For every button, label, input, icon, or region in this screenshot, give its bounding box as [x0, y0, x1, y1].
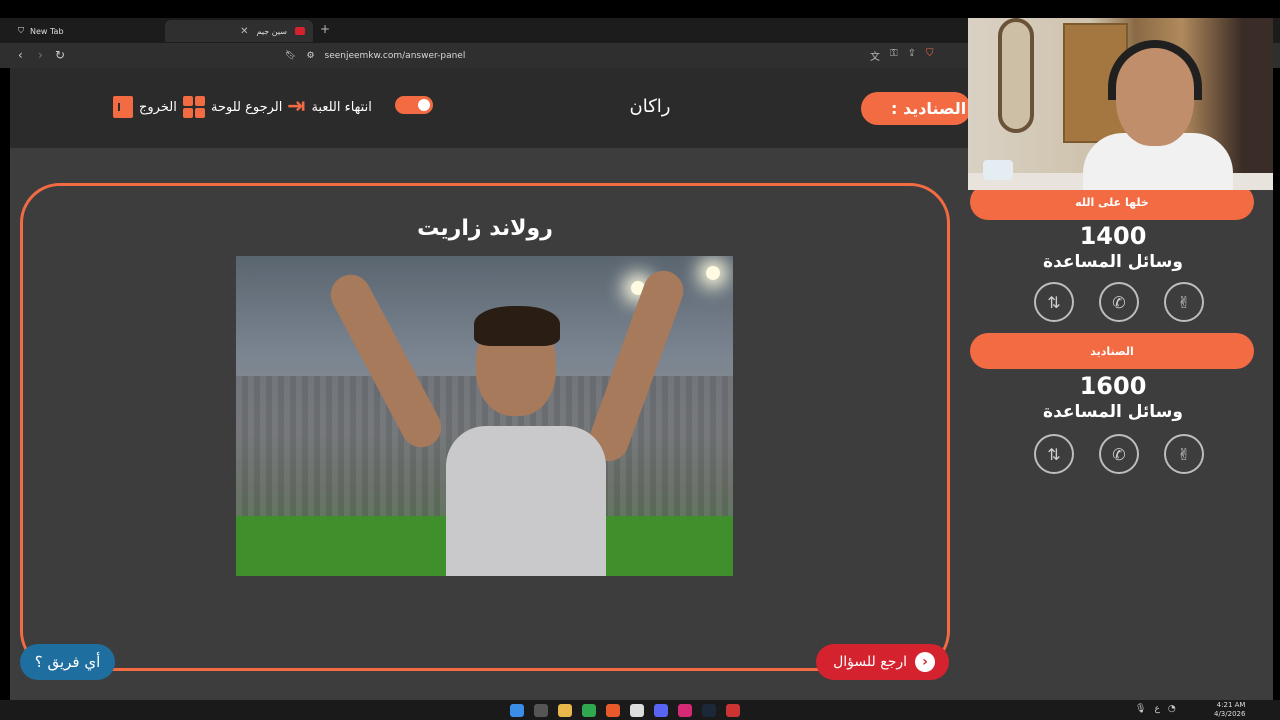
stadium-light	[706, 266, 720, 280]
translate-icon[interactable]: 文	[870, 48, 880, 63]
arrow-right-icon: ⇥	[287, 94, 306, 119]
site-info-icon[interactable]: ⚙︎	[306, 51, 314, 61]
back-to-board-label: الرجوع للوحة	[211, 99, 283, 115]
toolbar-icons: 文 ⚿ ⇪ ⛉	[870, 48, 934, 63]
toggle-switch[interactable]	[395, 96, 433, 114]
chevron-right-icon: ›	[915, 652, 935, 672]
folder-icon[interactable]	[558, 704, 572, 717]
cup	[983, 160, 1013, 180]
aids-row: ⇅ ✆ ✌	[1034, 434, 1204, 474]
exit-label: الخروج	[139, 99, 177, 115]
windows-start-icon[interactable]	[510, 704, 524, 717]
obs-icon[interactable]	[726, 704, 740, 717]
language-indicator[interactable]: ع	[1154, 704, 1159, 714]
tab-seenjeem[interactable]: ✕ سين جيم	[165, 20, 313, 42]
mirror	[998, 18, 1034, 133]
discord-icon[interactable]	[654, 704, 668, 717]
exit-button[interactable]: الخروج	[113, 96, 177, 118]
search-icon[interactable]	[534, 704, 548, 717]
team-name: خلها على الله	[1075, 195, 1149, 209]
reload-icon[interactable]: ↻	[55, 48, 65, 62]
team-name-bar: الصناديد	[970, 333, 1254, 369]
current-team-label: : الصناديد	[891, 99, 967, 118]
clock[interactable]: 4:21 AM 4/3/2026	[1214, 701, 1245, 719]
which-team-button[interactable]: أي فريق ؟	[20, 644, 115, 680]
team-score: 1400	[1079, 222, 1147, 250]
which-team-label: أي فريق ؟	[34, 653, 101, 671]
answer-title: رولاند زاريت	[417, 216, 553, 241]
mic-icon[interactable]: 🎙︎	[1135, 704, 1146, 714]
shield-icon[interactable]: ⛉	[926, 48, 934, 63]
back-to-question-button[interactable]: ارجع للسؤال ›	[816, 644, 949, 680]
end-game-label: انتهاء اللعبة	[311, 99, 372, 115]
taskbar: 🎙︎ ع ◔ 4:21 AM 4/3/2026	[0, 700, 1280, 720]
team-name: الصناديد	[1090, 344, 1134, 358]
shield-icon: ⛉	[18, 26, 24, 35]
tab-label: سين جيم	[256, 26, 287, 36]
steam-icon[interactable]	[702, 704, 716, 717]
wifi-icon[interactable]: ◔	[1168, 704, 1176, 714]
system-tray: 🎙︎ ع ◔	[1135, 704, 1176, 714]
exit-door-icon	[113, 96, 133, 118]
back-to-board-button[interactable]: الرجوع للوحة	[183, 96, 282, 118]
time: 4:21 AM	[1216, 701, 1246, 709]
swap-icon[interactable]: ⇅	[1034, 434, 1074, 474]
two-answers-hand-icon[interactable]: ✌	[1164, 434, 1204, 474]
store-icon[interactable]	[630, 704, 644, 717]
brave-icon[interactable]	[606, 704, 620, 717]
key-icon[interactable]: ⚿	[890, 48, 898, 63]
answer-card: رولاند زاريت	[20, 183, 950, 671]
bookmark-icon[interactable]: 🔖︎	[285, 51, 296, 61]
teams-panel: خلها على الله 1400 وسائل المساعدة ⇅ ✆ ✌ …	[968, 184, 1273, 700]
swap-icon[interactable]: ⇅	[1034, 282, 1074, 322]
taskbar-apps	[510, 704, 740, 717]
answer-panel: الخروج الرجوع للوحة ⇥ انتهاء اللعبة راكا…	[10, 68, 971, 700]
turn-toggle[interactable]	[395, 96, 433, 114]
back-to-question-label: ارجع للسؤال	[833, 654, 907, 670]
tab-label: New Tab	[30, 26, 64, 36]
team-aids-label: وسائل المساعدة	[1043, 402, 1183, 422]
address-bar[interactable]: 🔖︎ ⚙︎ seenjeemkw.com/answer-panel	[285, 46, 965, 65]
instagram-icon[interactable]	[678, 704, 692, 717]
current-player: راكان	[629, 96, 671, 117]
header-bar: الخروج الرجوع للوحة ⇥ انتهاء اللعبة راكا…	[10, 68, 971, 148]
webcam-overlay	[968, 18, 1273, 190]
team-score: 1600	[1079, 372, 1147, 400]
new-tab-plus-icon[interactable]: +	[320, 22, 330, 36]
phone-icon[interactable]: ✆	[1099, 282, 1139, 322]
back-arrow-icon[interactable]: ‹	[18, 48, 23, 62]
date: 4/3/2026	[1214, 710, 1246, 718]
forward-arrow-icon[interactable]: ›	[38, 48, 43, 62]
team-aids-label: وسائل المساعدة	[1043, 252, 1183, 272]
tab-new-tab[interactable]: ⛉ New Tab	[10, 20, 160, 42]
close-icon[interactable]: ✕	[240, 26, 248, 37]
answer-photo	[236, 256, 733, 576]
aids-row: ⇅ ✆ ✌	[1034, 282, 1204, 322]
current-team-pill: : الصناديد	[861, 92, 971, 125]
phone-icon[interactable]: ✆	[1099, 434, 1139, 474]
person-figure	[323, 265, 689, 576]
site-favicon-icon	[295, 27, 305, 35]
grid-icon	[183, 96, 205, 118]
end-game-button[interactable]: ⇥ انتهاء اللعبة	[287, 96, 372, 118]
url-text: seenjeemkw.com/answer-panel	[324, 50, 466, 61]
xbox-icon[interactable]	[582, 704, 596, 717]
share-icon[interactable]: ⇪	[908, 48, 916, 63]
two-answers-hand-icon[interactable]: ✌	[1164, 282, 1204, 322]
